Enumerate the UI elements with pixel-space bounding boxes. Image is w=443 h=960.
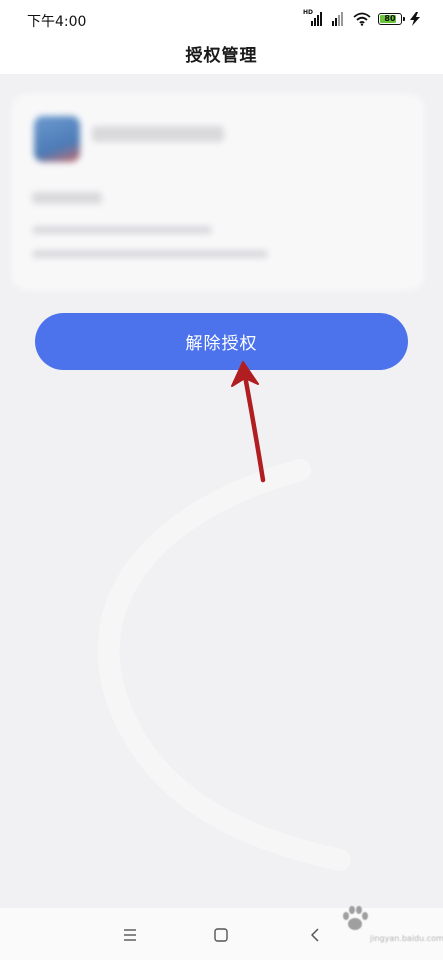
watermark: jingyan.baidu.com <box>334 902 443 946</box>
permission-line-1-blurred <box>32 226 212 234</box>
charging-icon <box>410 12 420 26</box>
section-heading-blurred <box>32 192 102 204</box>
signal-icon <box>330 12 346 26</box>
back-icon <box>311 928 319 942</box>
network-label: HD <box>303 9 314 16</box>
home-icon <box>214 928 228 942</box>
status-bar: 下午4:00 HD 80 <box>0 0 443 38</box>
authorization-info-card <box>12 94 424 290</box>
battery-level: 80 <box>384 14 396 23</box>
revoke-authorization-button[interactable]: 解除授权 <box>35 313 408 370</box>
app-name-blurred <box>92 126 224 142</box>
wifi-icon <box>353 12 371 26</box>
watermark-text: jingyan.baidu.com <box>370 934 443 943</box>
page-title: 授权管理 <box>185 46 258 66</box>
app-icon <box>34 116 80 162</box>
status-time: 下午4:00 <box>27 14 87 30</box>
back-button[interactable] <box>302 922 328 948</box>
signal-hd-icon: HD <box>303 9 323 26</box>
status-icons: HD 80 <box>303 9 421 28</box>
home-button[interactable] <box>208 922 234 948</box>
permission-line-2-blurred <box>32 250 268 258</box>
battery-icon: 80 <box>378 13 405 25</box>
paw-logo-icon <box>343 906 368 930</box>
menu-icon <box>124 929 136 941</box>
menu-button[interactable] <box>117 922 143 948</box>
title-bar: 授权管理 <box>0 38 443 74</box>
